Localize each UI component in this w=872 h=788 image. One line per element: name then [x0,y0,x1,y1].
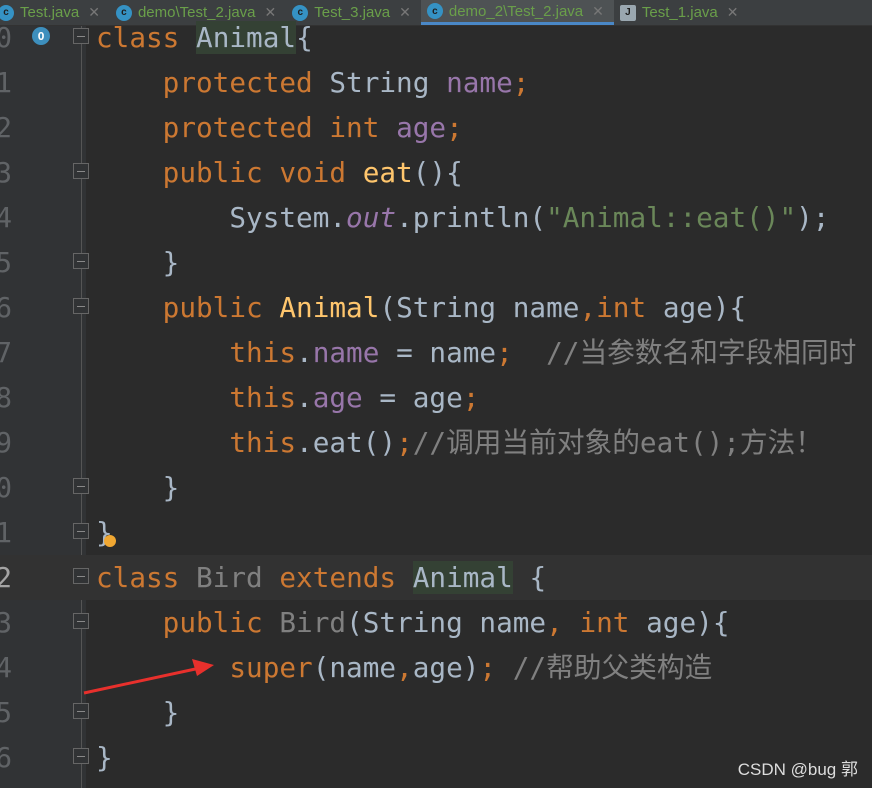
red-arrow-annotation [83,659,214,695]
watermark: CSDN @bug 郭 [737,760,858,779]
